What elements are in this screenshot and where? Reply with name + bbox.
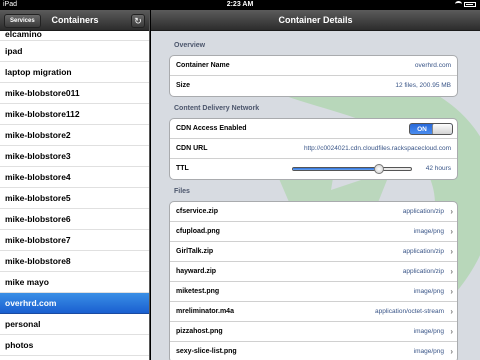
containers-title: Containers xyxy=(51,15,99,25)
chevron-right-icon: › xyxy=(450,347,453,356)
chevron-right-icon: › xyxy=(450,307,453,316)
file-name: mreliminator.m4a xyxy=(176,308,234,315)
chevron-right-icon: › xyxy=(450,287,453,296)
chevron-right-icon: › xyxy=(450,207,453,216)
container-list-item[interactable]: mike-blobstore112 xyxy=(0,104,149,125)
file-row[interactable]: hayward.zip application/zip › xyxy=(170,262,457,282)
refresh-icon: ↻ xyxy=(134,16,142,26)
container-name-row: Container Name overhrd.com xyxy=(170,56,457,76)
toggle-knob xyxy=(432,124,452,134)
container-list-item[interactable]: mike-blobstore4 xyxy=(0,167,149,188)
file-row[interactable]: cfservice.zip application/zip › xyxy=(170,202,457,222)
container-list-item[interactable]: mike-blobstore2 xyxy=(0,125,149,146)
container-list-item[interactable]: mike-blobstore5 xyxy=(0,188,149,209)
toggle-on-label: ON xyxy=(417,126,427,133)
ttl-label: TTL xyxy=(176,165,189,172)
container-list-item[interactable]: mike mayo xyxy=(0,272,149,293)
file-type: image/png xyxy=(413,228,444,235)
chevron-right-icon: › xyxy=(450,267,453,276)
file-row[interactable]: GirlTalk.zip application/zip › xyxy=(170,242,457,262)
container-list-item[interactable]: elcamino xyxy=(0,30,149,41)
file-name: cfservice.zip xyxy=(176,208,219,215)
battery-icon xyxy=(464,1,476,7)
file-name: sexy-slice-list.png xyxy=(176,348,237,355)
file-type: image/png xyxy=(413,288,444,295)
file-name: hayward.zip xyxy=(176,268,217,275)
clock: 2:23 AM xyxy=(226,1,254,8)
container-list-item[interactable]: mike-blobstore8 xyxy=(0,251,149,272)
status-icons xyxy=(455,1,476,7)
cdn-url-row[interactable]: CDN URL http://c0024021.cdn.cloudfiles.r… xyxy=(170,139,457,159)
file-row[interactable]: sexy-slice-list.png image/png › xyxy=(170,342,457,360)
size-row: Size 12 files, 200.95 MB xyxy=(170,76,457,96)
cdn-group: CDN Access Enabled ON CDN URL http://c00… xyxy=(169,118,458,180)
file-row[interactable]: mreliminator.m4a application/octet-stream… xyxy=(170,302,457,322)
container-list-item[interactable]: overhrd.com xyxy=(0,293,149,314)
file-name: miketest.png xyxy=(176,288,220,295)
overview-group: Container Name overhrd.com Size 12 files… xyxy=(169,55,458,97)
wifi-icon xyxy=(455,1,462,7)
container-list: elcamino ipad laptop migration mike-blobsto… xyxy=(0,30,149,356)
chevron-right-icon: › xyxy=(450,327,453,336)
ttl-value: 42 hours xyxy=(425,165,451,172)
file-row[interactable]: miketest.png image/png › xyxy=(170,282,457,302)
chevron-right-icon: › xyxy=(450,247,453,256)
cdn-section-header: Content Delivery Network xyxy=(174,105,260,112)
cdn-url-label: CDN URL xyxy=(176,145,208,152)
container-list-item[interactable]: laptop migration xyxy=(0,62,149,83)
file-type: application/octet-stream xyxy=(374,308,444,315)
container-list-item[interactable]: mike-blobstore3 xyxy=(0,146,149,167)
container-list-item[interactable]: mike-blobstore011 xyxy=(0,83,149,104)
file-type: application/zip xyxy=(402,248,444,255)
ttl-slider-thumb[interactable] xyxy=(374,164,385,174)
file-row[interactable]: pizzahost.png image/png › xyxy=(170,322,457,342)
overview-section-header: Overview xyxy=(174,42,206,49)
cdn-url-value: http://c0024021.cdn.cloudfiles.rackspace… xyxy=(303,145,451,152)
containers-pane: Services Containers ↻ elcamino ipad laptop… xyxy=(0,10,150,360)
containers-navbar: Services Containers ↻ xyxy=(0,10,149,31)
size-label: Size xyxy=(176,82,191,89)
container-list-item[interactable]: mike-blobstore7 xyxy=(0,230,149,251)
ttl-slider[interactable] xyxy=(292,164,412,174)
ttl-slider-fill xyxy=(293,168,380,170)
file-name: GirlTalk.zip xyxy=(176,248,214,255)
cdn-enabled-toggle[interactable]: ON xyxy=(409,123,453,135)
file-type: application/zip xyxy=(402,208,444,215)
cdn-enabled-label: CDN Access Enabled xyxy=(176,125,247,132)
container-list-item[interactable]: personal xyxy=(0,314,149,335)
details-title: Container Details xyxy=(278,15,353,25)
container-list-item[interactable]: ipad xyxy=(0,41,149,62)
file-name: cfupload.png xyxy=(176,228,220,235)
container-name-label: Container Name xyxy=(176,62,230,69)
files-group: cfservice.zip application/zip › cfupload.pn… xyxy=(169,201,458,360)
file-type: image/png xyxy=(413,328,444,335)
details-navbar: Container Details xyxy=(151,10,480,31)
chevron-right-icon: › xyxy=(450,227,453,236)
status-bar: iPad 2:23 AM xyxy=(0,0,480,10)
refresh-button[interactable]: ↻ xyxy=(131,14,145,28)
file-type: image/png xyxy=(413,348,444,355)
ttl-row: TTL 42 hours xyxy=(170,159,457,179)
file-row[interactable]: cfupload.png image/png › xyxy=(170,222,457,242)
size-value: 12 files, 200.95 MB xyxy=(395,82,451,89)
file-name: pizzahost.png xyxy=(176,328,223,335)
files-section-header: Files xyxy=(174,188,190,195)
container-details-pane: Container Details Overview Container Nam… xyxy=(151,10,480,360)
container-name-value: overhrd.com xyxy=(414,62,451,69)
container-list-item[interactable]: mike-blobstore6 xyxy=(0,209,149,230)
cdn-enabled-row: CDN Access Enabled ON xyxy=(170,119,457,139)
file-type: application/zip xyxy=(402,268,444,275)
container-list-item[interactable]: photos xyxy=(0,335,149,356)
